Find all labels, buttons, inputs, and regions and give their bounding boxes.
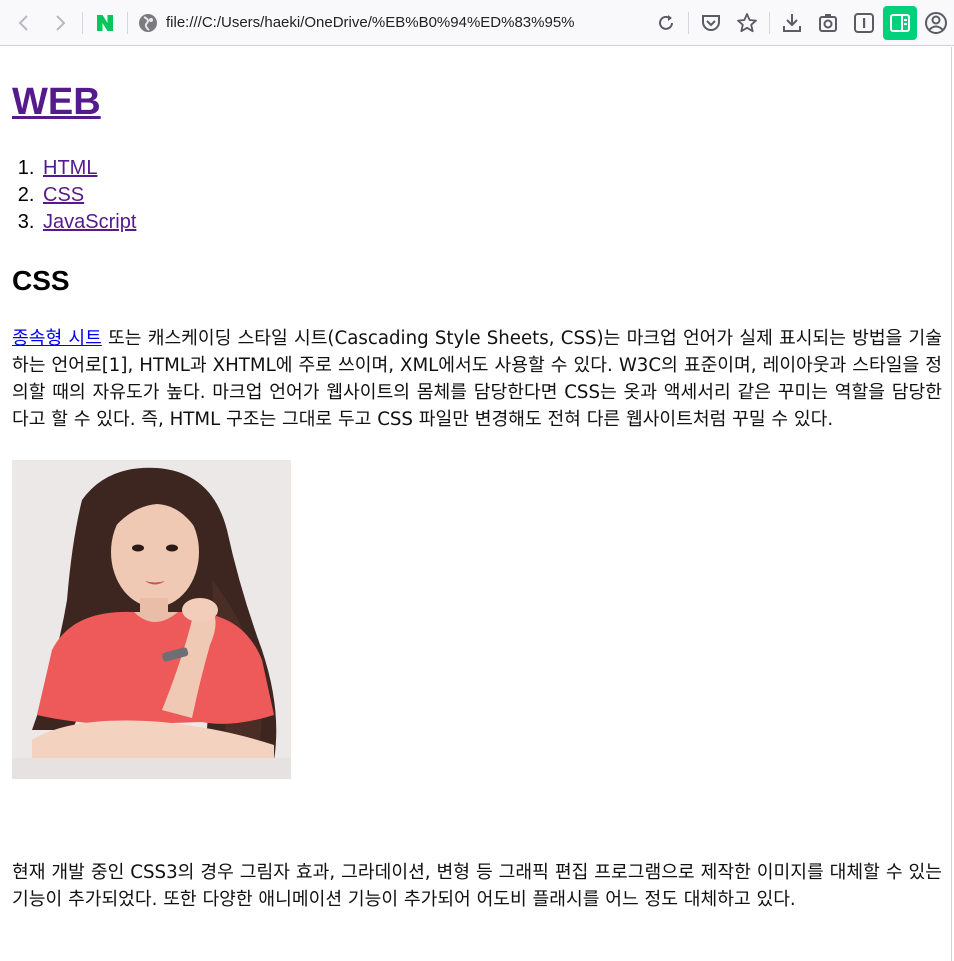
download-icon	[783, 13, 801, 32]
term-link[interactable]: 종속형 시트	[12, 328, 102, 349]
toolbar-separator	[769, 11, 770, 34]
account-icon	[925, 11, 947, 34]
nav-link-css[interactable]: CSS	[43, 184, 84, 206]
toolbar-separator	[82, 11, 83, 34]
site-title: WEB	[12, 80, 101, 124]
account-button[interactable]	[918, 5, 954, 41]
page-viewport: WEB HTML CSS JavaScript CSS 종속형 시트 또는 캐스…	[0, 47, 952, 961]
pocket-button[interactable]	[693, 5, 729, 41]
css3-paragraph: 현재 개발 중인 CSS3의 경우 그림자 효과, 그라데이션, 변형 등 그래…	[12, 862, 942, 910]
url-text[interactable]: file:///C:/Users/haeki/OneDrive/%EB%B0%9…	[166, 14, 648, 31]
address-bar[interactable]: file:///C:/Users/haeki/OneDrive/%EB%B0%9…	[132, 0, 765, 46]
section-title: CSS	[12, 265, 70, 296]
nav-link-javascript[interactable]: JavaScript	[43, 211, 136, 233]
reload-button[interactable]	[648, 5, 684, 41]
browser-toolbar: file:///C:/Users/haeki/OneDrive/%EB%B0%9…	[0, 0, 954, 46]
reload-icon	[659, 14, 673, 30]
topic-list-item: CSS	[40, 182, 136, 209]
site-identity-icon	[139, 13, 157, 32]
pocket-icon	[702, 14, 720, 31]
topic-list-item: JavaScript	[40, 209, 136, 236]
portrait-illustration	[12, 460, 291, 779]
naver-icon	[97, 14, 113, 31]
site-title-link[interactable]: WEB	[12, 81, 101, 123]
extension-button[interactable]	[846, 5, 882, 41]
toolbar-separator	[127, 11, 128, 34]
portrait-photo	[12, 460, 291, 779]
extension-icon	[854, 12, 874, 33]
topic-list: HTML CSS JavaScript	[12, 155, 136, 236]
screenshot-button[interactable]	[810, 5, 846, 41]
back-arrow-icon	[18, 14, 28, 31]
intro-paragraph: 종속형 시트 또는 캐스케이딩 스타일 시트(Cascading Style S…	[12, 325, 942, 433]
topic-list-item: HTML	[40, 155, 136, 182]
sidebar-icon	[890, 13, 910, 32]
star-icon	[737, 12, 757, 32]
toolbar-separator	[688, 11, 689, 34]
sidebar-extension-button[interactable]	[882, 5, 918, 41]
naver-button[interactable]	[87, 5, 123, 41]
forward-arrow-icon	[56, 14, 66, 31]
nav-link-html[interactable]: HTML	[43, 157, 97, 179]
screenshot-icon	[819, 13, 837, 32]
intro-paragraph-text: 또는 캐스케이딩 스타일 시트(Cascading Style Sheets, …	[12, 328, 942, 430]
back-button[interactable]	[6, 5, 42, 41]
bookmark-star-button[interactable]	[729, 5, 765, 41]
forward-button[interactable]	[42, 5, 78, 41]
downloads-button[interactable]	[774, 5, 810, 41]
